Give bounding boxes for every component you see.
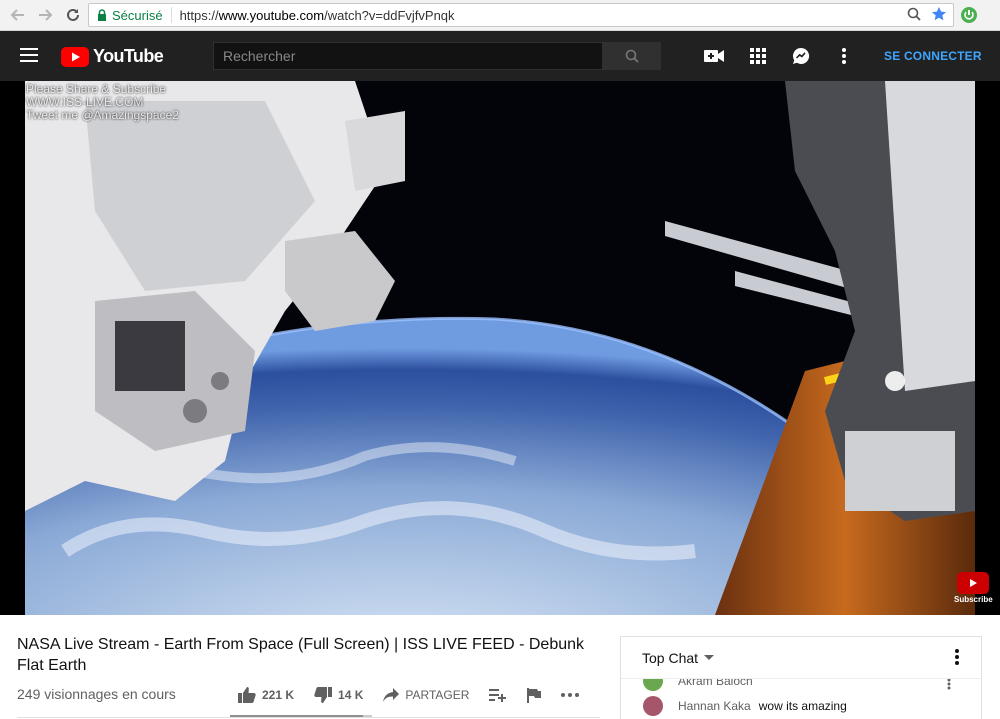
youtube-masthead: YouTube Rechercher SE CONNECTER	[0, 31, 1000, 81]
youtube-play-logo-icon	[61, 46, 89, 67]
search-icon	[625, 49, 639, 63]
divider	[17, 717, 600, 718]
secure-indicator[interactable]: Sécurisé	[89, 7, 172, 23]
watermark-line: Tweet me @Amazingspace2	[26, 108, 179, 122]
messages-button[interactable]	[791, 46, 811, 66]
dislike-count: 14 K	[338, 688, 364, 702]
message-menu-button[interactable]	[947, 677, 951, 695]
reload-icon	[67, 8, 79, 21]
search-placeholder: Rechercher	[223, 48, 296, 64]
chat-mode-selector[interactable]: Top Chat	[621, 637, 981, 679]
extension-button[interactable]	[958, 4, 980, 26]
url-text: https://www.youtube.com/watch?v=ddFvjfvP…	[180, 8, 455, 23]
chat-menu-button[interactable]	[955, 649, 959, 670]
share-label: PARTAGER	[405, 688, 470, 702]
thumbs-down-icon	[314, 687, 333, 703]
vertical-dots-icon	[842, 48, 846, 64]
dislike-button[interactable]: 14 K	[314, 687, 363, 703]
bookmark-star-icon[interactable]	[931, 6, 947, 22]
apps-grid-icon	[750, 48, 766, 64]
view-count: 249 visionnages en cours	[17, 686, 176, 702]
settings-more-button[interactable]	[834, 46, 854, 66]
messages-bubble-icon	[793, 47, 810, 64]
play-icon	[970, 579, 978, 587]
live-chat-panel: Top Chat Akram Baloch Hannan Kaka wow it…	[620, 636, 982, 719]
video-camera-icon	[704, 50, 724, 62]
share-button[interactable]: PARTAGER	[383, 688, 469, 702]
caret-down-icon	[704, 655, 715, 660]
video-player[interactable]: Please Share & Subscribe WWW.ISS-LIVE.CO…	[0, 81, 1000, 615]
lock-icon	[98, 9, 106, 21]
chat-header-label: Top Chat	[642, 649, 699, 666]
url-path: /watch?v=ddFvjfvPnqk	[324, 7, 455, 23]
back-arrow-icon	[10, 9, 24, 21]
chat-author: Hannan Kaka	[678, 699, 751, 713]
create-video-button[interactable]	[704, 46, 724, 66]
sign-in-button[interactable]: SE CONNECTER	[884, 49, 982, 63]
hamburger-icon	[20, 48, 38, 62]
flag-icon	[527, 687, 542, 703]
chat-message: Hannan Kaka wow its amazing	[643, 696, 847, 716]
search-button[interactable]	[602, 42, 661, 70]
share-arrow-icon	[383, 688, 400, 702]
secure-label: Sécurisé	[112, 7, 163, 23]
video-watermark: Please Share & Subscribe WWW.ISS-LIVE.CO…	[26, 83, 179, 122]
vertical-dots-icon	[955, 649, 959, 665]
add-to-playlist-button[interactable]	[489, 688, 507, 702]
forward-arrow-icon	[39, 9, 53, 21]
subscribe-watermark[interactable]: Subscribe	[954, 572, 993, 604]
apps-button[interactable]	[748, 46, 768, 66]
forward-button[interactable]	[34, 4, 56, 26]
video-actions: 221 K 14 K PARTAGER	[238, 687, 599, 703]
video-title: NASA Live Stream - Earth From Space (Ful…	[17, 636, 585, 674]
youtube-logo[interactable]: YouTube	[61, 46, 164, 67]
browser-toolbar: Sécurisé https://www.youtube.com/watch?v…	[0, 0, 1000, 31]
space-earth-scene	[25, 81, 975, 615]
extension-power-icon	[961, 7, 977, 23]
like-count: 221 K	[262, 688, 295, 702]
logo-text: YouTube	[93, 46, 164, 66]
back-button[interactable]	[7, 4, 29, 26]
url-domain: www.youtube.com	[218, 7, 325, 23]
chat-text: wow its amazing	[758, 699, 847, 713]
vertical-dots-icon	[947, 678, 951, 690]
address-bar[interactable]: Sécurisé https://www.youtube.com/watch?v…	[88, 3, 954, 27]
report-button[interactable]	[527, 687, 542, 703]
search-input[interactable]: Rechercher	[213, 42, 603, 70]
more-actions-button[interactable]	[561, 693, 580, 697]
subscribe-watermark-label: Subscribe	[954, 595, 993, 604]
url-prefix: https://	[179, 7, 219, 23]
video-frame[interactable]	[25, 81, 975, 615]
thumbs-up-icon	[238, 687, 256, 703]
menu-button[interactable]	[20, 48, 38, 67]
horizontal-dots-icon	[561, 693, 580, 697]
playlist-add-icon	[489, 689, 507, 702]
like-button[interactable]: 221 K	[238, 687, 294, 703]
avatar	[643, 696, 663, 716]
zoom-icon[interactable]	[907, 7, 921, 21]
reload-button[interactable]	[62, 4, 84, 26]
